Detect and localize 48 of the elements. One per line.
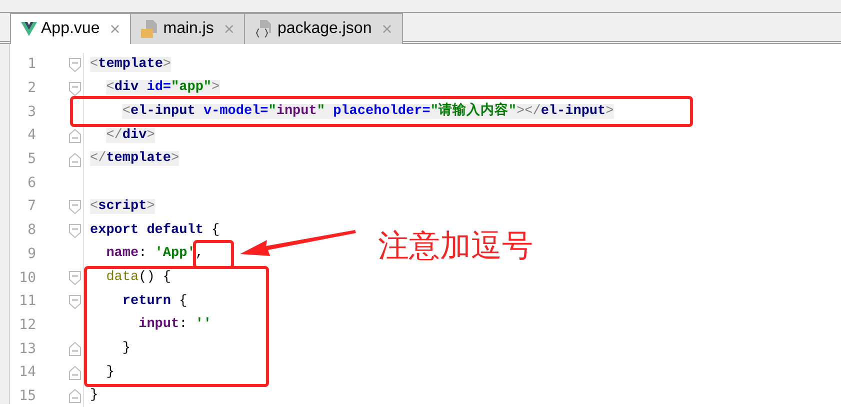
fold-marker-icon[interactable] [69, 224, 81, 238]
code-line: name: 'App', [105, 245, 204, 264]
line-number: 9 [26, 244, 36, 264]
code-line: </div> [105, 126, 155, 145]
line-number: 10 [18, 268, 36, 288]
vue-logo-icon [21, 22, 37, 36]
line-number: 5 [26, 150, 36, 170]
fold-marker-icon[interactable] [69, 152, 81, 167]
code-line: <div id="app"> [105, 79, 220, 98]
js-file-icon [141, 20, 160, 38]
fold-marker-icon[interactable] [69, 271, 81, 286]
json-file-icon [255, 20, 274, 38]
editor-tab[interactable]: package.json × [245, 13, 404, 44]
code-line: } [121, 340, 131, 358]
line-number: 4 [26, 126, 36, 146]
line-number: 12 [18, 316, 36, 335]
line-number: 11 [18, 292, 36, 312]
fold-marker-icon[interactable] [69, 128, 81, 143]
fold-marker-icon[interactable] [69, 366, 81, 380]
code-line: } [90, 387, 98, 406]
line-number: 13 [18, 340, 36, 359]
line-number: 1 [26, 55, 36, 74]
code-line: data() { [105, 268, 172, 287]
code-line: <el-input v-model="input" placeholder="请输入内容"></el-input> [121, 102, 614, 122]
code-line: return { [121, 292, 188, 311]
line-number: 7 [26, 197, 36, 216]
fold-marker-icon[interactable] [69, 294, 81, 309]
fold-marker-icon[interactable] [69, 389, 81, 404]
code-line: input: '' [138, 316, 212, 334]
code-line: } [105, 364, 114, 382]
fold-marker-icon[interactable] [69, 82, 81, 96]
fold-marker-icon[interactable] [69, 200, 81, 214]
annotation-text: 注意加逗号 [378, 227, 533, 265]
code-line: export default { [90, 222, 220, 240]
code-line: <template> [90, 56, 172, 74]
code-line: </template> [90, 150, 180, 168]
editor-tab[interactable]: main.js × [131, 13, 246, 44]
arrow-icon [240, 230, 356, 256]
line-number: 2 [26, 79, 36, 98]
line-number: 8 [26, 221, 36, 240]
line-number: 3 [26, 102, 36, 122]
line-number: 15 [18, 386, 36, 406]
line-number: 6 [26, 174, 36, 193]
fold-marker-icon[interactable] [69, 342, 81, 356]
fold-marker-icon[interactable] [69, 58, 81, 72]
line-number: 14 [18, 363, 36, 382]
code-line: <script> [90, 198, 155, 216]
editor-tab[interactable]: App.vue × [10, 13, 132, 44]
